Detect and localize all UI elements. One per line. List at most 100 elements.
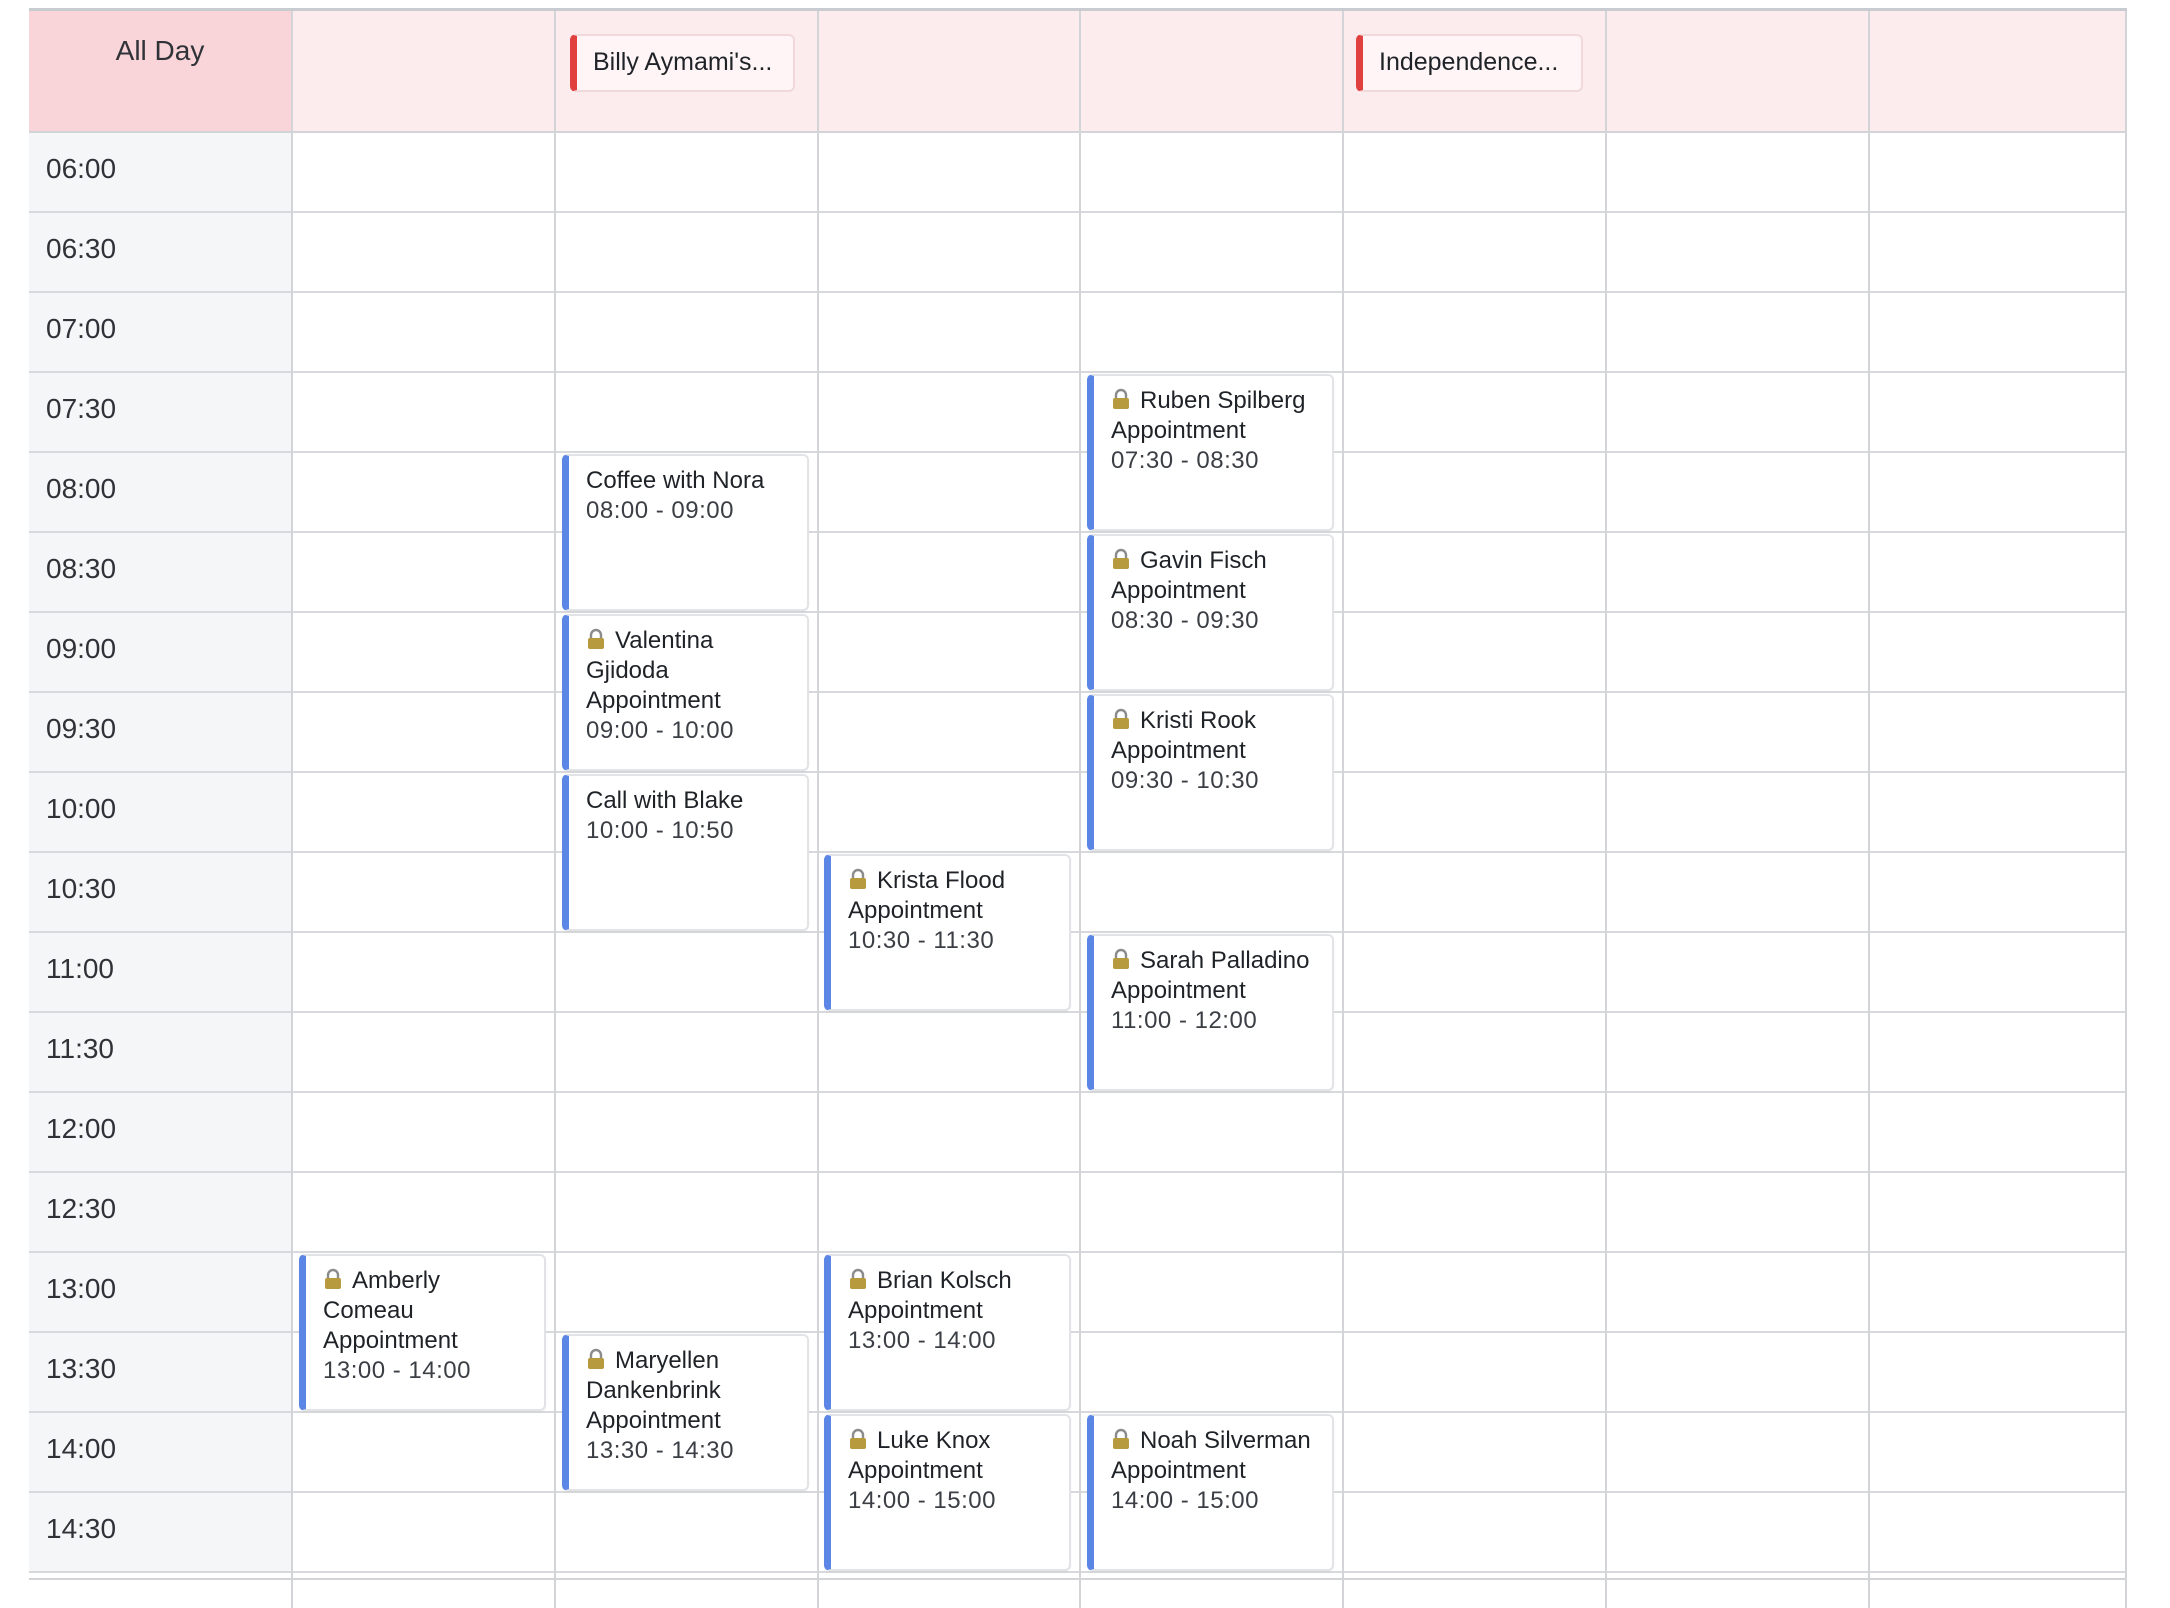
- time-label: 11:30: [29, 1013, 291, 1091]
- time-slot-row[interactable]: 07:00: [29, 293, 2127, 373]
- event-time: 10:00 - 10:50: [586, 817, 734, 844]
- column-divider: [291, 11, 293, 1608]
- event-title: Coffee with Nora: [586, 467, 765, 494]
- calendar-event[interactable]: Noah Silverman Appointment 14:00 - 15:00: [1087, 1414, 1334, 1571]
- event-time: 14:00 - 15:00: [1111, 1487, 1259, 1514]
- lock-icon: [1113, 708, 1129, 729]
- time-slot-row[interactable]: 10:30: [29, 853, 2127, 933]
- time-slot-row[interactable]: 11:00: [29, 933, 2127, 1013]
- event-title: Maryellen Dankenbrink Appointment: [586, 1347, 721, 1434]
- time-label: 14:30: [29, 1493, 291, 1571]
- time-label: 08:30: [29, 533, 291, 611]
- time-label: 09:00: [29, 613, 291, 691]
- time-slot-row[interactable]: 09:30: [29, 693, 2127, 773]
- time-label: 10:30: [29, 853, 291, 931]
- time-slot-row[interactable]: 08:30: [29, 533, 2127, 613]
- lock-icon: [588, 1348, 604, 1369]
- lock-icon: [850, 1428, 866, 1449]
- all-day-event-title: Independence...: [1379, 48, 1559, 76]
- time-label: 09:30: [29, 693, 291, 771]
- time-label: 06:00: [29, 133, 291, 211]
- time-label: 07:00: [29, 293, 291, 371]
- time-label: 12:30: [29, 1173, 291, 1251]
- lock-icon: [325, 1268, 341, 1289]
- lock-icon: [1113, 1428, 1129, 1449]
- column-divider: [1079, 11, 1081, 1608]
- time-label: 10:00: [29, 773, 291, 851]
- event-time: 13:00 - 14:00: [323, 1357, 471, 1384]
- time-slot-row[interactable]: 07:30: [29, 373, 2127, 453]
- time-slot-row[interactable]: 11:30: [29, 1013, 2127, 1093]
- time-slot-row[interactable]: 14:00: [29, 1413, 2127, 1493]
- column-divider: [1868, 11, 1870, 1608]
- all-day-event[interactable]: Billy Aymami's...: [570, 34, 795, 92]
- time-slot-row[interactable]: 09:00: [29, 613, 2127, 693]
- event-title: Call with Blake: [586, 787, 744, 814]
- event-title: Ruben Spilberg Appointment: [1111, 387, 1306, 444]
- time-slot-row[interactable]: 08:00: [29, 453, 2127, 533]
- time-label: 06:30: [29, 213, 291, 291]
- event-time: 08:30 - 09:30: [1111, 607, 1259, 634]
- time-slot-row[interactable]: 06:30: [29, 213, 2127, 293]
- event-time: 09:00 - 10:00: [586, 717, 734, 744]
- lock-icon: [1113, 388, 1129, 409]
- calendar-event[interactable]: Kristi Rook Appointment 09:30 - 10:30: [1087, 694, 1334, 851]
- time-slot-row[interactable]: 14:30: [29, 1493, 2127, 1573]
- calendar-event[interactable]: Valentina Gjidoda Appointment 09:00 - 10…: [562, 614, 809, 771]
- time-label: 12:00: [29, 1093, 291, 1171]
- time-label: 11:00: [29, 933, 291, 1011]
- lock-icon: [1113, 948, 1129, 969]
- column-divider: [1605, 11, 1607, 1608]
- column-divider: [2125, 11, 2127, 1608]
- event-title: Gavin Fisch Appointment: [1111, 547, 1267, 604]
- event-title: Valentina Gjidoda Appointment: [586, 627, 721, 714]
- time-label: 13:00: [29, 1253, 291, 1331]
- calendar-event[interactable]: Ruben Spilberg Appointment 07:30 - 08:30: [1087, 374, 1334, 531]
- grid-line: [29, 1578, 2127, 1580]
- event-time: 13:30 - 14:30: [586, 1437, 734, 1464]
- all-day-label: All Day: [29, 11, 291, 131]
- time-slot-row[interactable]: 12:00: [29, 1093, 2127, 1173]
- event-title: Kristi Rook Appointment: [1111, 707, 1257, 764]
- lock-icon: [588, 628, 604, 649]
- calendar-event[interactable]: Sarah Palladino Appointment 11:00 - 12:0…: [1087, 934, 1334, 1091]
- time-slot-row[interactable]: 06:00: [29, 133, 2127, 213]
- all-day-event-title: Billy Aymami's...: [593, 48, 773, 76]
- event-time: 11:00 - 12:00: [1111, 1007, 1258, 1034]
- event-time: 07:30 - 08:30: [1111, 447, 1259, 474]
- event-time: 13:00 - 14:00: [848, 1327, 996, 1354]
- calendar-event[interactable]: Maryellen Dankenbrink Appointment 13:30 …: [562, 1334, 809, 1491]
- lock-icon: [1113, 548, 1129, 569]
- time-label: 07:30: [29, 373, 291, 451]
- calendar-event[interactable]: Amberly Comeau Appointment 13:00 - 14:00: [299, 1254, 546, 1411]
- calendar-event[interactable]: Gavin Fisch Appointment 08:30 - 09:30: [1087, 534, 1334, 691]
- week-calendar: All Day Billy Aymami's... Independence..…: [29, 8, 2127, 1608]
- calendar-event[interactable]: Call with Blake 10:00 - 10:50: [562, 774, 809, 931]
- event-title: Krista Flood Appointment: [848, 867, 1006, 924]
- column-divider: [817, 11, 819, 1608]
- event-title: Amberly Comeau Appointment: [323, 1267, 458, 1354]
- all-day-event[interactable]: Independence...: [1356, 34, 1583, 92]
- calendar-event[interactable]: Coffee with Nora 08:00 - 09:00: [562, 454, 809, 611]
- event-title: Sarah Palladino Appointment: [1111, 947, 1310, 1004]
- event-time: 09:30 - 10:30: [1111, 767, 1259, 794]
- time-label: 08:00: [29, 453, 291, 531]
- time-slot-row[interactable]: 10:00: [29, 773, 2127, 853]
- event-title: Luke Knox Appointment: [848, 1427, 991, 1484]
- calendar-event[interactable]: Brian Kolsch Appointment 13:00 - 14:00: [824, 1254, 1071, 1411]
- event-title: Brian Kolsch Appointment: [848, 1267, 1012, 1324]
- lock-icon: [850, 868, 866, 889]
- event-time: 14:00 - 15:00: [848, 1487, 996, 1514]
- column-divider: [554, 11, 556, 1608]
- calendar-event[interactable]: Luke Knox Appointment 14:00 - 15:00: [824, 1414, 1071, 1571]
- calendar-event[interactable]: Krista Flood Appointment 10:30 - 11:30: [824, 854, 1071, 1011]
- time-slot-row[interactable]: 12:30: [29, 1173, 2127, 1253]
- event-time: 08:00 - 09:00: [586, 497, 734, 524]
- event-title: Noah Silverman Appointment: [1111, 1427, 1311, 1484]
- event-time: 10:30 - 11:30: [848, 927, 995, 954]
- column-divider: [1342, 11, 1344, 1608]
- lock-icon: [850, 1268, 866, 1289]
- time-label: 13:30: [29, 1333, 291, 1411]
- all-day-row: All Day Billy Aymami's... Independence..…: [29, 11, 2127, 133]
- time-label: 14:00: [29, 1413, 291, 1491]
